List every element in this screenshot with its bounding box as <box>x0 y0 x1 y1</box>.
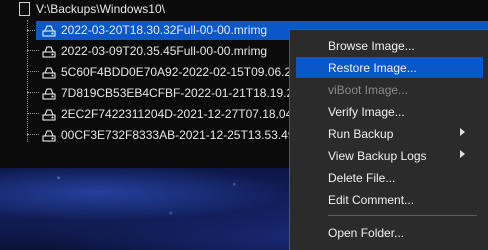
menu-item-viboot-image[interactable]: viBoot Image... <box>296 79 483 100</box>
menu-separator <box>328 215 477 216</box>
image-file-icon <box>42 109 56 121</box>
menu-item-label: viBoot Image... <box>328 83 409 97</box>
image-file-icon <box>42 88 56 100</box>
drive-folder-icon <box>19 2 30 16</box>
menu-item-run-backup[interactable]: Run Backup <box>296 123 483 144</box>
file-name: 7D819CB53EB4CFBF-2022-01-21T18.19.23Ful <box>61 86 317 100</box>
menu-item-view-backup-logs[interactable]: View Backup Logs <box>296 145 483 166</box>
menu-item-delete-file[interactable]: Delete File... <box>296 167 483 188</box>
menu-item-label: Verify Image... <box>328 105 405 119</box>
tree-folder-row[interactable]: V:\Backups\Windows10\ <box>0 0 488 19</box>
menu-item-label: Delete File... <box>328 171 396 185</box>
menu-item-label: Edit Comment... <box>328 193 415 207</box>
submenu-arrow-icon <box>460 128 465 136</box>
menu-item-label: View Backup Logs <box>328 149 427 163</box>
menu-item-verify-image[interactable]: Verify Image... <box>296 101 483 122</box>
image-file-icon <box>42 67 56 79</box>
file-name: 2EC2F7422311204D-2021-12-27T07.18.04Ful <box>61 107 309 121</box>
image-file-icon <box>42 130 56 142</box>
file-name: 00CF3E732F8333AB-2021-12-25T13.53.49Ful <box>61 128 312 142</box>
menu-item-browse-image[interactable]: Browse Image... <box>296 35 483 56</box>
menu-item-restore-image[interactable]: Restore Image... <box>296 57 483 78</box>
file-name: 2022-03-09T20.35.45Full-00-00.mrimg <box>61 44 268 58</box>
menu-item-label: Restore Image... <box>328 61 417 75</box>
context-menu: Browse Image... Restore Image... viBoot … <box>289 29 488 250</box>
folder-path-label: V:\Backups\Windows10\ <box>36 2 165 16</box>
file-name: 5C60F4BDD0E70A92-2022-02-15T09.06.26Ful <box>61 65 315 79</box>
menu-item-label: Browse Image... <box>328 39 415 53</box>
menu-item-label: Open Folder... <box>328 226 405 240</box>
menu-item-edit-comment[interactable]: Edit Comment... <box>296 189 483 210</box>
submenu-arrow-icon <box>460 150 465 158</box>
image-file-icon <box>42 46 56 58</box>
image-file-icon <box>42 25 56 37</box>
menu-item-label: Run Backup <box>328 127 394 141</box>
file-name: 2022-03-20T18.30.32Full-00-00.mrimg <box>61 23 268 37</box>
menu-item-open-folder[interactable]: Open Folder... <box>296 222 483 243</box>
